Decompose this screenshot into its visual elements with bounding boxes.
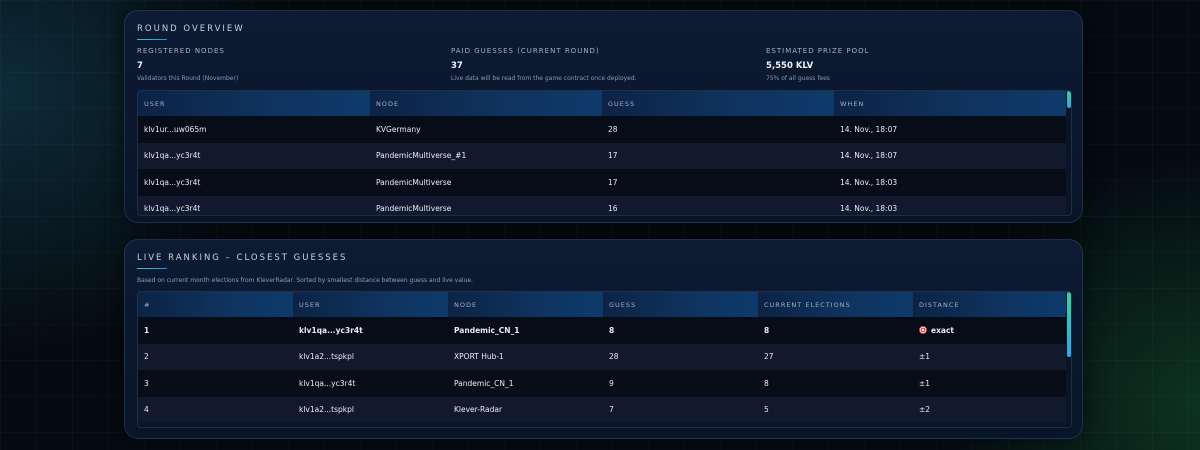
column-header-rank[interactable]: #: [138, 292, 293, 317]
cell-elections: 27: [758, 343, 913, 370]
cell-when: 14. Nov., 18:03: [834, 169, 1066, 196]
cell-user: klv1ur...uw065m: [138, 116, 370, 143]
column-header-when[interactable]: When: [834, 91, 1066, 116]
stat-paid-guesses: Paid Guesses (Current Round) 37 Live dat…: [451, 47, 637, 82]
column-header-user[interactable]: User: [293, 292, 448, 317]
cell-guess: 28: [603, 343, 758, 370]
stat-label: Estimated Prize Pool: [766, 47, 870, 55]
ranking-table: # User Node Guess Current Elections Dist…: [138, 292, 1066, 423]
ranking-description: Based on current month elections from Kl…: [137, 277, 473, 284]
table-row[interactable]: klv1qa...yc3r4t PandemicMultiverse 16 14…: [138, 195, 1066, 215]
cell-rank: 4: [138, 396, 293, 423]
column-header-current-elections[interactable]: Current Elections: [758, 292, 913, 317]
stat-subtext: Validators this Round (November): [137, 75, 239, 82]
target-icon: [919, 325, 927, 334]
title-underline: [137, 268, 167, 269]
column-header-guess[interactable]: Guess: [602, 91, 834, 116]
table-row[interactable]: 3 klv1qa...yc3r4t Pandemic_CN_1 9 8 ±1: [138, 370, 1066, 397]
column-header-node[interactable]: Node: [448, 292, 603, 317]
cell-node: Klever-Radar: [448, 396, 603, 423]
guesses-table-container[interactable]: User Node Guess When klv1ur...uw065m KVG…: [137, 90, 1072, 216]
table-row[interactable]: 2 klv1a2...tspkpl XPORT Hub-1 28 27 ±1: [138, 343, 1066, 370]
stat-prize-pool: Estimated Prize Pool 5,550 KLV 75% of al…: [766, 47, 870, 82]
cell-node: KVGermany: [370, 116, 602, 143]
cell-node: PandemicMultiverse_#1: [370, 142, 602, 169]
scrollbar-thumb[interactable]: [1067, 91, 1071, 108]
column-header-distance[interactable]: Distance: [913, 292, 1066, 317]
cell-guess: 17: [602, 169, 834, 196]
round-overview-title: Round Overview: [137, 24, 245, 34]
cell-guess: 9: [603, 370, 758, 397]
cell-guess: 7: [603, 396, 758, 423]
cell-when: 14. Nov., 18:07: [834, 116, 1066, 143]
scrollbar-track[interactable]: [1066, 292, 1071, 427]
cell-rank: 2: [138, 343, 293, 370]
cell-distance: exact: [913, 317, 1066, 344]
title-underline: [137, 39, 167, 40]
cell-node: PandemicMultiverse: [370, 169, 602, 196]
cell-distance: ±1: [913, 370, 1066, 397]
table-row[interactable]: 1 klv1qa...yc3r4t Pandemic_CN_1 8 8 exac…: [138, 317, 1066, 344]
cell-distance: ±2: [913, 396, 1066, 423]
cell-user: klv1a2...tspkpl: [293, 343, 448, 370]
cell-user: klv1a2...tspkpl: [293, 396, 448, 423]
stat-subtext: 75% of all guess fees: [766, 75, 830, 82]
table-row[interactable]: klv1ur...uw065m KVGermany 28 14. Nov., 1…: [138, 116, 1066, 143]
scrollbar-track[interactable]: [1066, 91, 1071, 215]
cell-guess: 28: [602, 116, 834, 143]
cell-elections: 8: [758, 370, 913, 397]
round-overview-card: Round Overview Registered Nodes 7 Valida…: [124, 10, 1083, 223]
stat-label: Paid Guesses (Current Round): [451, 47, 600, 55]
cell-distance: ±1: [913, 343, 1066, 370]
live-ranking-card: Live Ranking – Closest Guesses Based on …: [124, 239, 1083, 439]
table-row[interactable]: 4 klv1a2...tspkpl Klever-Radar 7 5 ±2: [138, 396, 1066, 423]
cell-node: XPORT Hub-1: [448, 343, 603, 370]
cell-when: 14. Nov., 18:03: [834, 195, 1066, 215]
column-header-guess[interactable]: Guess: [603, 292, 758, 317]
stat-registered-nodes: Registered Nodes 7 Validators this Round…: [137, 47, 238, 82]
cell-elections: 8: [758, 317, 913, 344]
cell-rank: 3: [138, 370, 293, 397]
table-row[interactable]: klv1qa...yc3r4t PandemicMultiverse 17 14…: [138, 169, 1066, 196]
cell-node: Pandemic_CN_1: [448, 370, 603, 397]
cell-user: klv1qa...yc3r4t: [138, 142, 370, 169]
stat-value: 7: [137, 61, 143, 71]
column-header-user[interactable]: User: [138, 91, 370, 116]
table-header-row: User Node Guess When: [138, 91, 1066, 116]
distance-value: exact: [931, 325, 955, 335]
column-header-node[interactable]: Node: [370, 91, 602, 116]
stat-value: 5,550 KLV: [766, 61, 814, 71]
cell-node: Pandemic_CN_1: [448, 317, 603, 344]
scrollbar-thumb[interactable]: [1067, 292, 1071, 357]
guesses-table: User Node Guess When klv1ur...uw065m KVG…: [138, 91, 1066, 215]
live-ranking-title: Live Ranking – Closest Guesses: [137, 253, 348, 263]
table-header-row: # User Node Guess Current Elections Dist…: [138, 292, 1066, 317]
cell-guess: 8: [603, 317, 758, 344]
stat-value: 37: [451, 61, 463, 71]
cell-user: klv1qa...yc3r4t: [138, 195, 370, 215]
stat-label: Registered Nodes: [137, 47, 225, 55]
cell-user: klv1qa...yc3r4t: [293, 370, 448, 397]
cell-user: klv1qa...yc3r4t: [138, 169, 370, 196]
table-row[interactable]: klv1qa...yc3r4t PandemicMultiverse_#1 17…: [138, 142, 1066, 169]
cell-guess: 17: [602, 142, 834, 169]
cell-rank: 1: [138, 317, 293, 344]
cell-node: PandemicMultiverse: [370, 195, 602, 215]
ranking-table-container[interactable]: # User Node Guess Current Elections Dist…: [137, 291, 1072, 428]
cell-when: 14. Nov., 18:07: [834, 142, 1066, 169]
cell-guess: 16: [602, 195, 834, 215]
cell-elections: 5: [758, 396, 913, 423]
cell-user: klv1qa...yc3r4t: [293, 317, 448, 344]
stat-subtext: Live data will be read from the game con…: [451, 75, 637, 82]
